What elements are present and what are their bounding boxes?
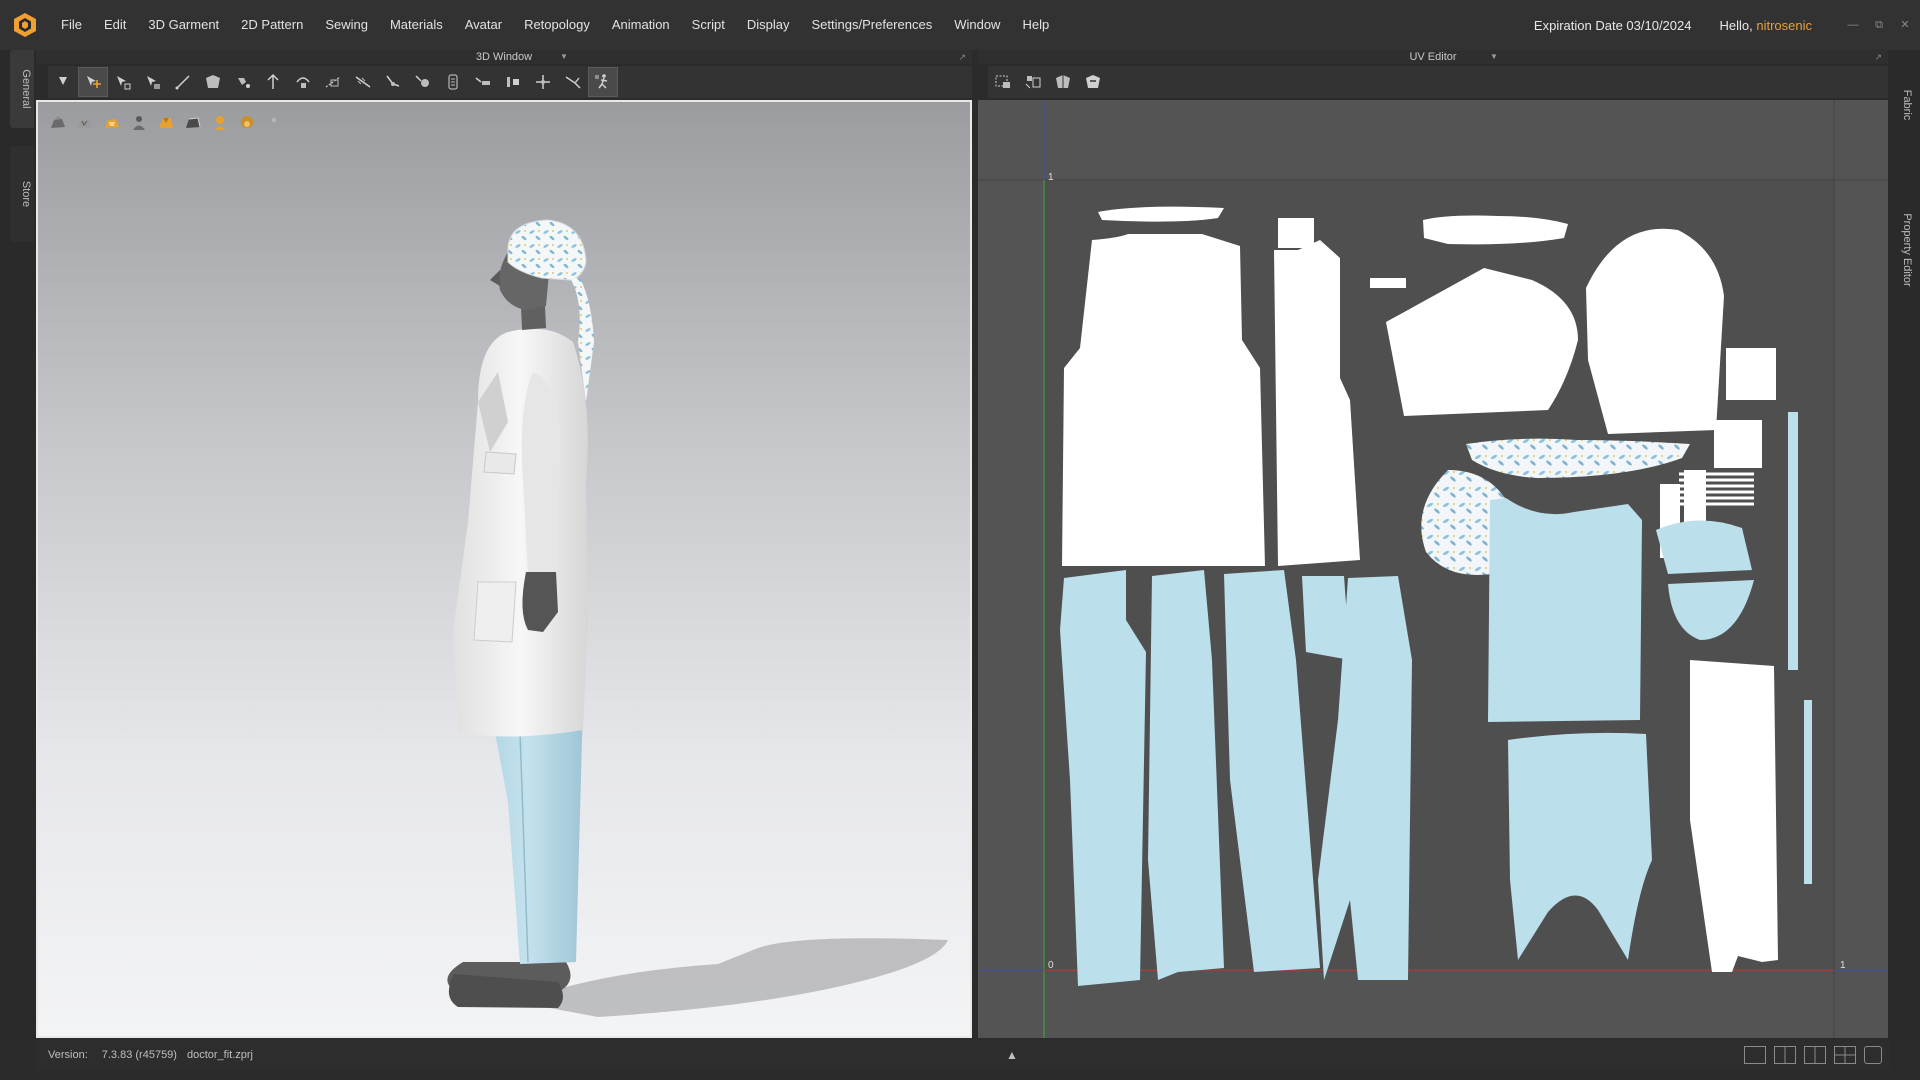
version-label: Version: [48,1049,88,1061]
remove-icon[interactable] [378,67,408,97]
uv-select-icon[interactable] [988,67,1018,97]
menu-script[interactable]: Script [681,0,736,50]
tab-store[interactable]: Store [10,146,34,242]
uv-top-tick-label: 1 [1048,172,1054,183]
status-bar: Version: 7.3.83 (r45759) doctor_fit.zprj… [36,1040,1890,1070]
tab-property-editor-label: Property Editor [1901,213,1913,287]
panel-title-3d: 3D Window [475,51,533,63]
layout-custom-icon[interactable] [1864,1046,1882,1064]
toolbar-3d [48,66,972,98]
layout-split-icon[interactable] [1774,1046,1796,1064]
tab-fabric[interactable]: Fabric [1894,70,1920,140]
close-icon[interactable]: ✕ [1894,17,1916,33]
shirring-icon[interactable] [528,67,558,97]
menu-help[interactable]: Help [1011,0,1060,50]
uv-origin-label: 0 [1048,960,1054,971]
right-tab-strip: Fabric Property Editor [1890,50,1920,1040]
username[interactable]: nitrosenic [1756,18,1812,33]
layout-single-icon[interactable] [1744,1046,1766,1064]
transform-icon[interactable] [108,67,138,97]
tape-icon[interactable] [318,67,348,97]
uv-layout[interactable] [978,100,1888,1038]
fold-icon[interactable] [198,67,228,97]
menu-avatar[interactable]: Avatar [454,0,513,50]
uv-pack-icon[interactable] [1048,67,1078,97]
uv-move-icon[interactable] [1018,67,1048,97]
edit-line-icon[interactable] [168,67,198,97]
menu-display[interactable]: Display [736,0,801,50]
menu-right-area: Expiration Date 03/10/2024 Hello, nitros… [1534,0,1920,50]
button-icon[interactable] [438,67,468,97]
tab-store-label: Store [20,180,32,208]
chevron-up-icon[interactable]: ▲ [1006,1048,1018,1062]
measure-icon[interactable] [348,67,378,97]
version-value: 7.3.83 (r45759) [101,1049,177,1061]
tab-fabric-label: Fabric [1901,89,1913,121]
uv-transform-icon[interactable] [1078,67,1108,97]
select-arrow-icon[interactable] [48,67,78,97]
menu-window[interactable]: Window [943,0,1011,50]
panel-header-uv: UV Editor ▼ ↗ [978,50,1888,64]
menu-bar: File Edit 3D Garment 2D Pattern Sewing M… [0,0,1920,50]
avatar-pose-icon[interactable] [588,67,618,97]
menu-materials[interactable]: Materials [379,0,454,50]
panel-header-3d: 3D Window ▼ ↗ [36,50,972,64]
pin-icon[interactable] [228,67,258,97]
menu-edit[interactable]: Edit [93,0,137,50]
expiration-date: Expiration Date 03/10/2024 [1533,17,1692,33]
puckering-icon[interactable] [498,67,528,97]
chevron-down-icon[interactable]: ▼ [560,50,568,64]
float-window-icon[interactable]: ↗ [958,50,966,64]
file-name: doctor_fit.zprj [186,1049,253,1061]
left-tab-strip: General Store [0,50,36,1040]
menu-file[interactable]: File [50,0,93,50]
trim-icon[interactable] [558,67,588,97]
greeting-prefix: Hello, [1719,17,1753,33]
zipper-icon[interactable] [468,67,498,97]
app-logo-icon[interactable] [0,0,50,50]
sew-icon[interactable] [408,67,438,97]
menu-3d-garment[interactable]: 3D Garment [137,0,230,50]
restore-icon[interactable]: ⧉ [1868,17,1890,33]
avatar-figure[interactable] [38,102,972,1038]
minimize-icon[interactable]: — [1842,17,1864,33]
layout-triple-icon[interactable] [1804,1046,1826,1064]
tack-icon[interactable] [258,67,288,97]
uv-editor-canvas[interactable]: 1 0 1 [978,100,1888,1038]
menu-retopology[interactable]: Retopology [513,0,601,50]
move-icon[interactable] [78,67,108,97]
menu-sewing[interactable]: Sewing [314,0,379,50]
layout-switcher [1736,1046,1882,1064]
tab-property-editor[interactable]: Property Editor [1894,190,1920,310]
menu-settings[interactable]: Settings/Preferences [801,0,944,50]
layout-quad-icon[interactable] [1834,1046,1856,1064]
main-menu: File Edit 3D Garment 2D Pattern Sewing M… [50,0,1060,50]
panel-title-uv: UV Editor [1409,51,1457,63]
uv-right-tick-label: 1 [1840,960,1846,971]
tab-general[interactable]: General [10,50,34,128]
menu-2d-pattern[interactable]: 2D Pattern [230,0,314,50]
attach-icon[interactable] [288,67,318,97]
float-window-icon[interactable]: ↗ [1874,50,1882,64]
viewport-3d[interactable] [36,100,972,1038]
select-mesh-icon[interactable] [138,67,168,97]
user-greeting: Hello, nitrosenic [1719,18,1812,33]
chevron-down-icon[interactable]: ▼ [1490,50,1498,64]
toolbar-uv [988,66,1888,98]
tab-general-label: General [20,69,32,109]
menu-animation[interactable]: Animation [601,0,681,50]
